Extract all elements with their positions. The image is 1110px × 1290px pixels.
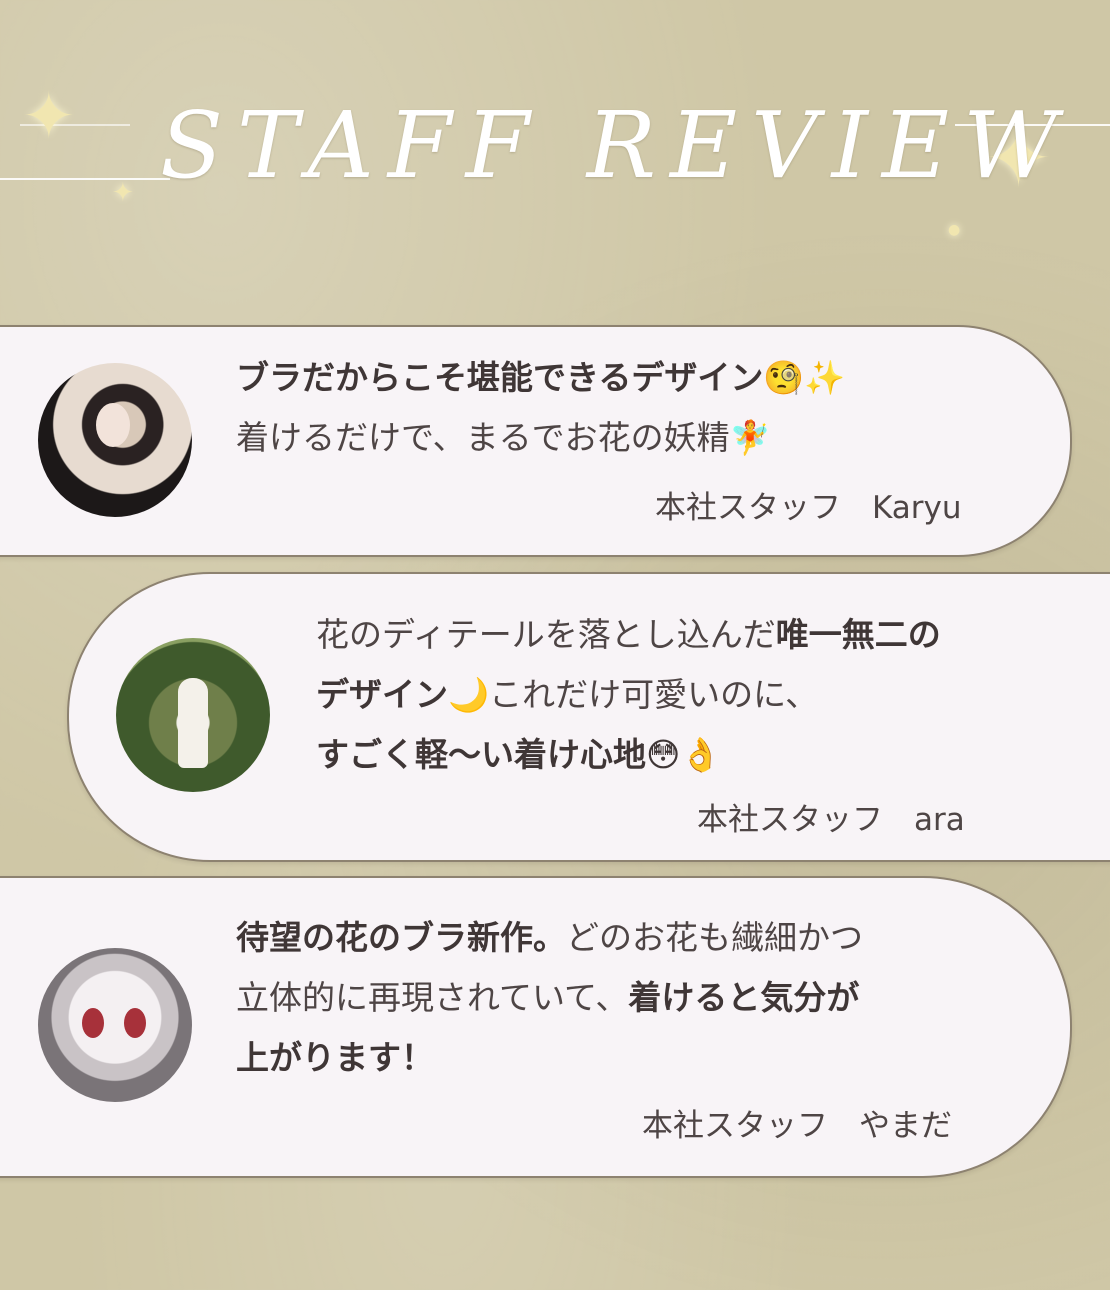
avatar-yamada — [38, 948, 192, 1102]
review-3-line-1: 待望の花のブラ新作。どのお花も繊細かつ — [236, 908, 863, 968]
review-2-line-2-bold: デザイン🌙 — [316, 675, 490, 714]
sparkle-icon-left: ✦ — [22, 80, 76, 154]
review-3-line-3: 上がります！ — [236, 1028, 434, 1088]
review-2-line-3: すごく軽〜い着け心地😳👌 — [316, 725, 722, 785]
review-2-line-2-normal: これだけ可愛いのに、 — [489, 675, 819, 714]
review-1-author: 本社スタッフ Karyu — [655, 490, 962, 526]
avatar-eye-left — [82, 1008, 104, 1038]
sparkle-dot-icon: ● — [948, 222, 961, 238]
review-1-line-2: 着けるだけで、まるでお花の妖精🧚 — [236, 418, 771, 457]
review-2-line-3-bold: すごく軽〜い着け心地😳👌 — [316, 735, 722, 774]
avatar-figure — [178, 678, 208, 768]
review-2-line-2: デザイン🌙これだけ可愛いのに、 — [316, 665, 818, 725]
header: ✦ ✦ ✦ ● STAFF REVIEW — [0, 0, 1110, 300]
review-3-line-2-normal: 立体的に再現されていて、 — [236, 978, 629, 1017]
review-1-bold: ブラだからこそ堪能できるデザイン🧐✨ — [236, 358, 846, 397]
review-3-author: 本社スタッフ やまだ — [642, 1108, 952, 1144]
page-title: STAFF REVIEW — [160, 92, 1072, 199]
review-2-author: 本社スタッフ ara — [697, 802, 965, 838]
avatar-karyu — [38, 363, 192, 517]
review-3-line-1-normal: どのお花も繊細かつ — [566, 918, 863, 957]
review-3-line-3-bold: 上がります！ — [236, 1038, 434, 1077]
avatar-ara — [116, 638, 270, 792]
sparkle-icon-small: ✦ — [112, 178, 134, 208]
review-3-line-2: 立体的に再現されていて、着けると気分が — [236, 968, 859, 1028]
title-rule-left — [0, 178, 170, 180]
review-3-line-1-bold: 待望の花のブラ新作。 — [236, 918, 566, 957]
review-2-line-1-normal: 花のディテールを落とし込んだ — [316, 615, 776, 654]
review-2-line-1-bold: 唯一無二の — [775, 615, 941, 654]
review-3-line-2-bold: 着けると気分が — [628, 978, 860, 1017]
review-2-line-1: 花のディテールを落とし込んだ唯一無二の — [316, 605, 941, 665]
avatar-face — [96, 403, 130, 447]
avatar-eye-right — [124, 1008, 146, 1038]
review-1-line-1: ブラだからこそ堪能できるデザイン🧐✨ — [236, 348, 846, 408]
